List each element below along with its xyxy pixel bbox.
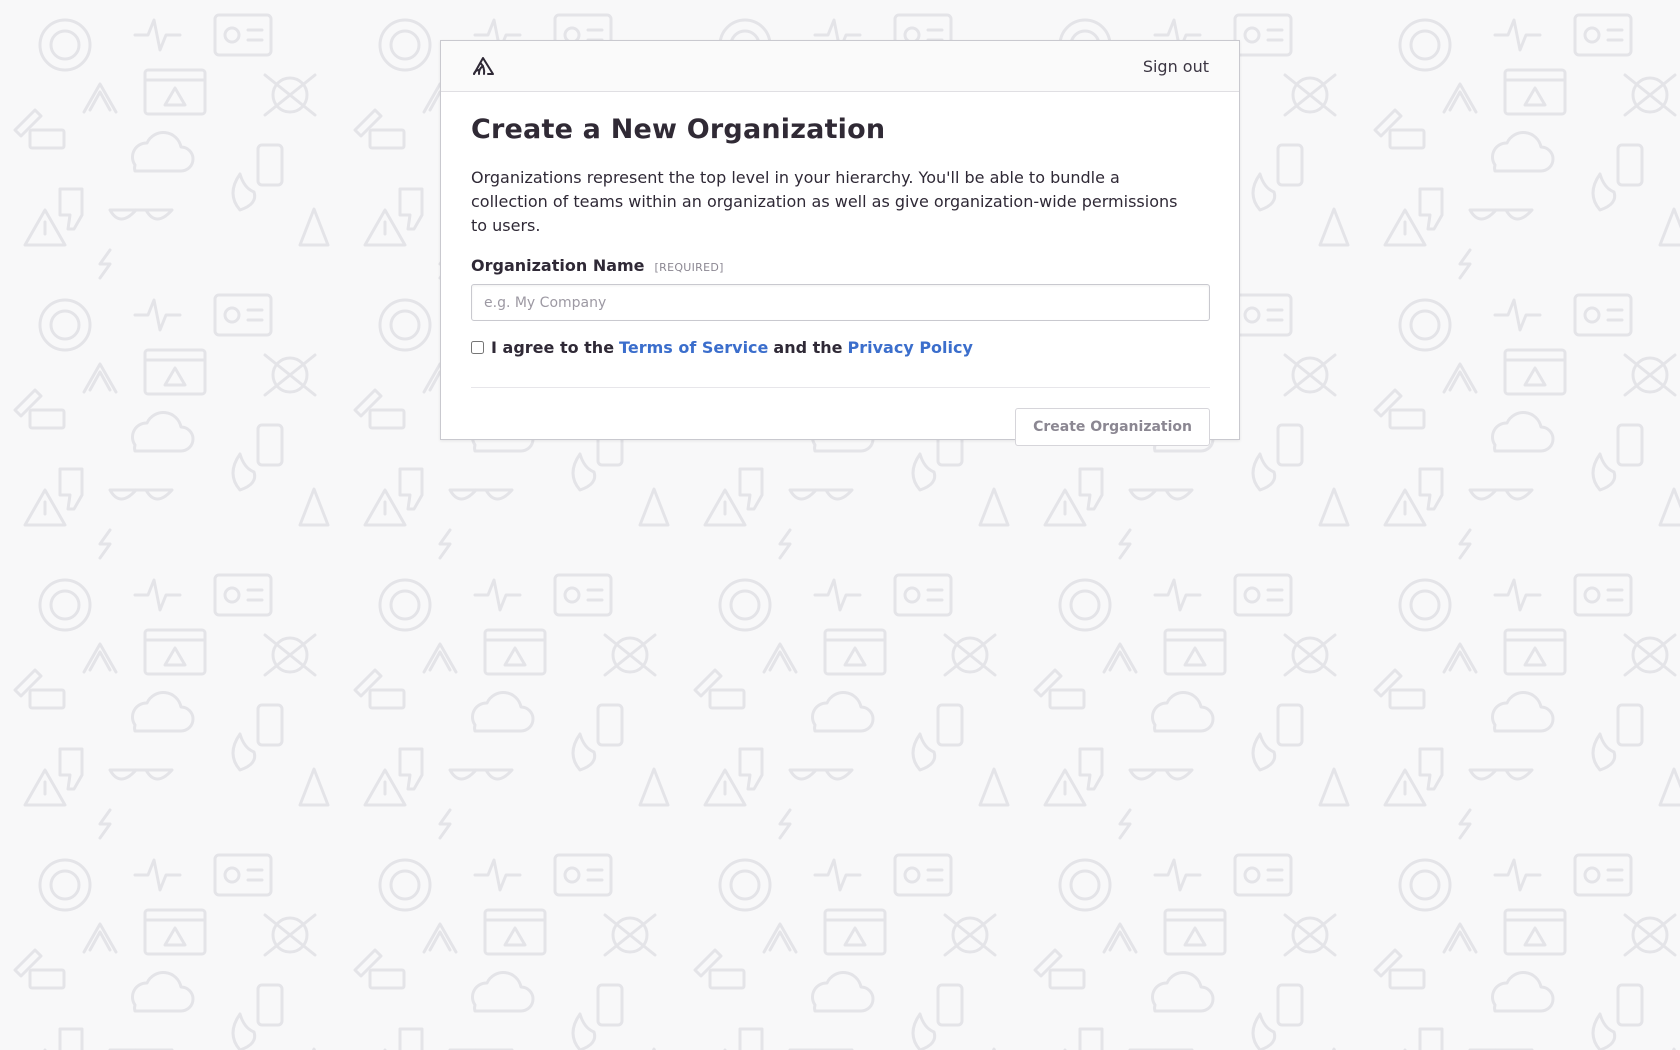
org-name-label: Organization Name xyxy=(471,256,645,275)
create-organization-panel: Sign out Create a New Organization Organ… xyxy=(440,40,1240,446)
page-description: Organizations represent the top level in… xyxy=(471,168,1178,235)
page-title: Create a New Organization xyxy=(471,114,886,145)
form-divider xyxy=(471,387,1210,388)
terms-of-service-link[interactable]: Terms of Service xyxy=(619,338,768,357)
required-tag: [REQUIRED] xyxy=(654,261,724,274)
org-name-input[interactable] xyxy=(471,284,1210,321)
terms-agreement-row: I agree to the Terms of Service and the … xyxy=(471,338,1209,357)
panel-header: Sign out xyxy=(441,41,1239,92)
sentry-logo-icon[interactable] xyxy=(471,54,495,78)
org-name-label-row: Organization Name [REQUIRED] xyxy=(471,256,1209,275)
terms-agreement-checkbox[interactable] xyxy=(471,341,484,354)
create-organization-button[interactable]: Create Organization xyxy=(1015,408,1210,446)
agree-prefix-text: I agree to the xyxy=(491,338,615,357)
form-footer: Create Organization xyxy=(471,408,1210,446)
agree-middle-text: and the xyxy=(773,338,843,357)
panel-body: Create a New Organization Organizations … xyxy=(441,92,1239,446)
privacy-policy-link[interactable]: Privacy Policy xyxy=(848,338,973,357)
sign-out-link[interactable]: Sign out xyxy=(1143,57,1209,76)
